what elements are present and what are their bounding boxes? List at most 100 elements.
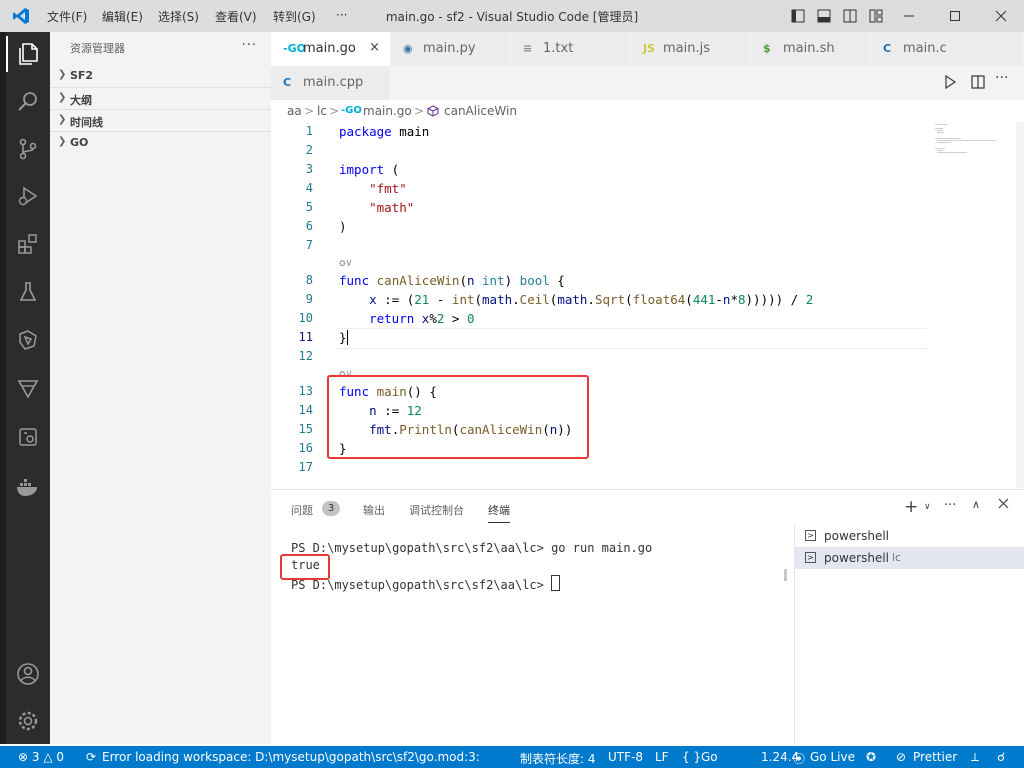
section-sf2[interactable]: ❯ SF2 <box>50 65 271 87</box>
menu-more[interactable]: ··· <box>336 8 347 22</box>
terminal-scrollbar[interactable] <box>784 569 787 581</box>
tab-label: main.py <box>423 41 476 56</box>
notifications-bell-icon[interactable]: ☌ <box>997 750 1005 764</box>
line-number: 16 <box>298 441 313 455</box>
text-file-icon: ≡ <box>523 42 533 55</box>
tab-output[interactable]: 输出 <box>363 502 385 518</box>
customize-layout-icon[interactable] <box>864 0 888 32</box>
accounts-feedback-icon[interactable]: ⟂ <box>971 750 979 765</box>
tab-problems[interactable]: 问题 <box>291 502 313 518</box>
triangle-extension-icon[interactable] <box>6 366 50 410</box>
minimap <box>935 122 1015 182</box>
braces-icon: { } <box>682 750 702 764</box>
code-line: "math" <box>369 200 415 215</box>
section-timeline[interactable]: ❯ 时间线 <box>50 109 271 132</box>
terminal-icon: > <box>805 552 816 563</box>
toggle-sidebar-icon[interactable] <box>786 0 810 32</box>
menu-edit[interactable]: 编辑(E) <box>102 8 143 25</box>
eol-status[interactable]: LF <box>655 750 669 764</box>
breadcrumb-separator: > <box>329 104 340 118</box>
toggle-secondary-sidebar-icon[interactable] <box>838 0 862 32</box>
line-number: 10 <box>298 311 313 325</box>
new-terminal-icon[interactable]: + <box>904 497 918 517</box>
shell-file-icon: $ <box>763 42 771 55</box>
status-bar: ⊗ 3 △ 0 ⟳ Error loading workspace: D:\my… <box>0 746 1024 768</box>
prettier-status[interactable]: Prettier <box>913 750 957 764</box>
workspace-error-message[interactable]: Error loading workspace: D:\mysetup\gopa… <box>102 750 484 764</box>
go-file-icon: -GO <box>341 105 362 116</box>
tab-main-cpp[interactable]: C main.cpp <box>271 66 391 100</box>
js-file-icon: JS <box>643 42 656 55</box>
problems-status[interactable]: ⊗ 3 △ 0 <box>18 750 64 764</box>
tab-1-txt[interactable]: ≡ 1.txt <box>511 32 631 66</box>
extensions-icon[interactable] <box>6 222 50 266</box>
code-line: package main <box>339 124 430 139</box>
source-control-icon[interactable] <box>6 127 50 171</box>
run-file-icon[interactable] <box>943 74 957 92</box>
breadcrumb-main-go[interactable]: main.go <box>363 104 412 118</box>
tab-main-go[interactable]: -GO main.go × <box>271 32 391 66</box>
explorer-icon[interactable] <box>6 32 50 76</box>
run-debug-icon[interactable] <box>6 174 50 218</box>
encoding-status[interactable]: UTF-8 <box>608 750 643 764</box>
tab-terminal[interactable]: 终端 <box>488 502 510 523</box>
minimize-icon[interactable] <box>886 0 932 32</box>
line-number: 1 <box>305 124 313 138</box>
close-window-icon[interactable] <box>978 0 1024 32</box>
tab-main-sh[interactable]: $ main.sh <box>751 32 871 66</box>
menu-view[interactable]: 查看(V) <box>215 8 257 25</box>
tab-label: main.js <box>663 41 710 56</box>
explorer-more-button[interactable]: ··· <box>242 38 257 53</box>
terminal-item[interactable]: > powershell <box>795 525 1024 547</box>
tab-main-c[interactable]: C main.c <box>871 32 1024 66</box>
toggle-panel-icon[interactable] <box>812 0 836 32</box>
account-icon[interactable] <box>6 652 50 696</box>
gopher-status-icon[interactable]: ✪ <box>866 750 876 764</box>
line-number: 3 <box>305 162 313 176</box>
code-editor[interactable]: 1 2 3 4 5 6 7 8 9 10 11 12 13 14 15 16 1… <box>271 122 1024 488</box>
breadcrumb-lc[interactable]: lc <box>317 104 327 118</box>
breadcrumb-canalicewin[interactable]: canAliceWin <box>444 104 517 118</box>
language-status[interactable]: Go <box>701 750 718 764</box>
maximize-icon[interactable] <box>932 0 978 32</box>
line-number: 8 <box>305 273 313 287</box>
explorer-heading: 资源管理器 <box>70 42 125 55</box>
docker-icon[interactable] <box>6 464 50 508</box>
chevron-down-icon[interactable]: ∨ <box>924 502 931 512</box>
more-actions-button[interactable]: ··· <box>995 70 1008 86</box>
terminal-icon: > <box>805 530 816 541</box>
breadcrumb-aa[interactable]: aa <box>287 104 302 118</box>
section-outline[interactable]: ❯ 大纲 <box>50 87 271 110</box>
split-editor-icon[interactable] <box>971 75 985 92</box>
bottom-panel: 问题 3 输出 调试控制台 终端 + ∨ ··· ∧ PS D:\mysetup… <box>271 489 1024 745</box>
terminal-item-active[interactable]: > powershell lc <box>795 547 1024 569</box>
vscode-logo-icon <box>12 7 30 28</box>
tab-size-status[interactable]: 制表符长度: 4 <box>520 750 596 767</box>
section-go[interactable]: ❯ GO <box>50 131 271 154</box>
terminal-cursor <box>551 575 561 591</box>
close-icon[interactable]: × <box>369 40 380 55</box>
line-number: 4 <box>305 181 313 195</box>
breadcrumb: aa > lc > -GO main.go > canAliceWin <box>271 100 1024 122</box>
panel-more-button[interactable]: ··· <box>944 498 956 513</box>
line-number: 5 <box>305 200 313 214</box>
close-panel-icon[interactable] <box>998 498 1009 512</box>
menu-go[interactable]: 转到(G) <box>273 8 316 25</box>
codelens-gopher-icon[interactable]: ✪∨ <box>339 256 352 269</box>
go-gopher-icon[interactable] <box>6 318 50 362</box>
python-file-icon: ◉ <box>403 42 413 55</box>
maximize-panel-icon[interactable]: ∧ <box>972 498 980 511</box>
line-number: 2 <box>305 143 313 157</box>
testing-icon[interactable] <box>6 270 50 314</box>
tab-main-js[interactable]: JS main.js <box>631 32 751 66</box>
menu-file[interactable]: 文件(F) <box>47 8 87 25</box>
menu-selection[interactable]: 选择(S) <box>158 8 199 25</box>
remote-explorer-icon[interactable] <box>6 415 50 459</box>
go-live-button[interactable]: Go Live <box>810 750 855 764</box>
terminal-prompt[interactable]: PS D:\mysetup\gopath\src\sf2\aa\lc> <box>291 575 561 592</box>
settings-gear-icon[interactable] <box>6 699 50 743</box>
search-icon[interactable] <box>6 79 50 123</box>
tab-main-py[interactable]: ◉ main.py <box>391 32 511 66</box>
editor-scrollbar[interactable] <box>1016 122 1024 488</box>
tab-debug-console[interactable]: 调试控制台 <box>409 502 464 518</box>
